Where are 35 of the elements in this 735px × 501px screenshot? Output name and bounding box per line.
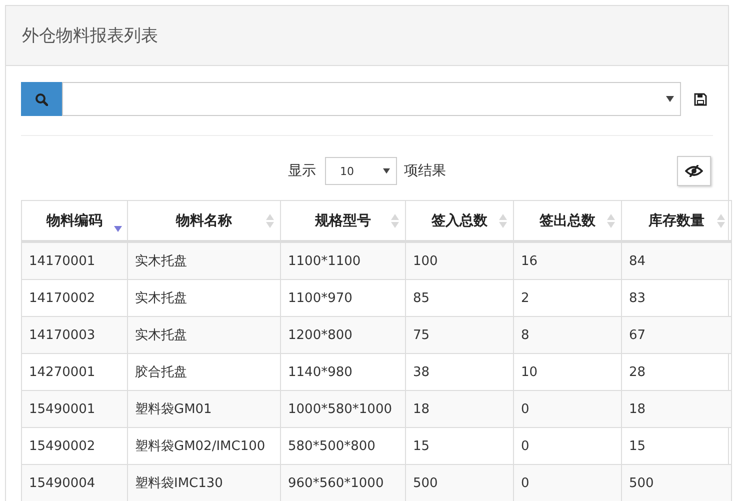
table-cell: 14170001 [22, 242, 128, 280]
panel-title: 外仓物料报表列表 [22, 25, 158, 47]
table-cell: 75 [406, 316, 514, 354]
table-cell: 100 [406, 242, 514, 280]
table-cell: 18 [406, 390, 514, 428]
table-cell: 1000*580*1000 [280, 390, 406, 428]
table-cell: 18 [622, 390, 732, 428]
search-icon [35, 92, 48, 106]
table-cell: 1200*800 [280, 316, 406, 354]
table-cell: 塑料袋IMC130 [128, 464, 280, 501]
table-cell: 塑料袋GM01 [128, 390, 280, 428]
eye-slash-icon [685, 165, 703, 177]
table-cell: 67 [622, 316, 732, 354]
table-cell: 实木托盘 [128, 242, 280, 280]
length-label: 显示 [288, 162, 316, 180]
table-cell: 0 [514, 390, 622, 428]
save-icon[interactable] [694, 92, 707, 106]
table-cell: 1100*1100 [280, 242, 406, 280]
table-cell: 0 [514, 464, 622, 501]
length-label: 项结果 [404, 162, 446, 180]
table-cell: 500 [622, 464, 732, 501]
table-cell: 实木托盘 [128, 316, 280, 354]
caret-icon [383, 168, 390, 174]
table-cell: 960*560*1000 [280, 464, 406, 501]
table-cell: 8 [514, 316, 622, 354]
column-visibility-button[interactable] [677, 156, 711, 186]
table-cell: 16 [514, 242, 622, 280]
table-cell: 15490004 [22, 464, 128, 501]
table-cell: 500 [406, 464, 514, 501]
table-cell: 84 [622, 242, 732, 280]
table-cell: 15490001 [22, 390, 128, 428]
page-length-select[interactable]: 10 [325, 157, 397, 185]
search-button[interactable] [21, 82, 62, 116]
caret-icon [666, 96, 674, 102]
table-cell: 14170003 [22, 316, 128, 354]
